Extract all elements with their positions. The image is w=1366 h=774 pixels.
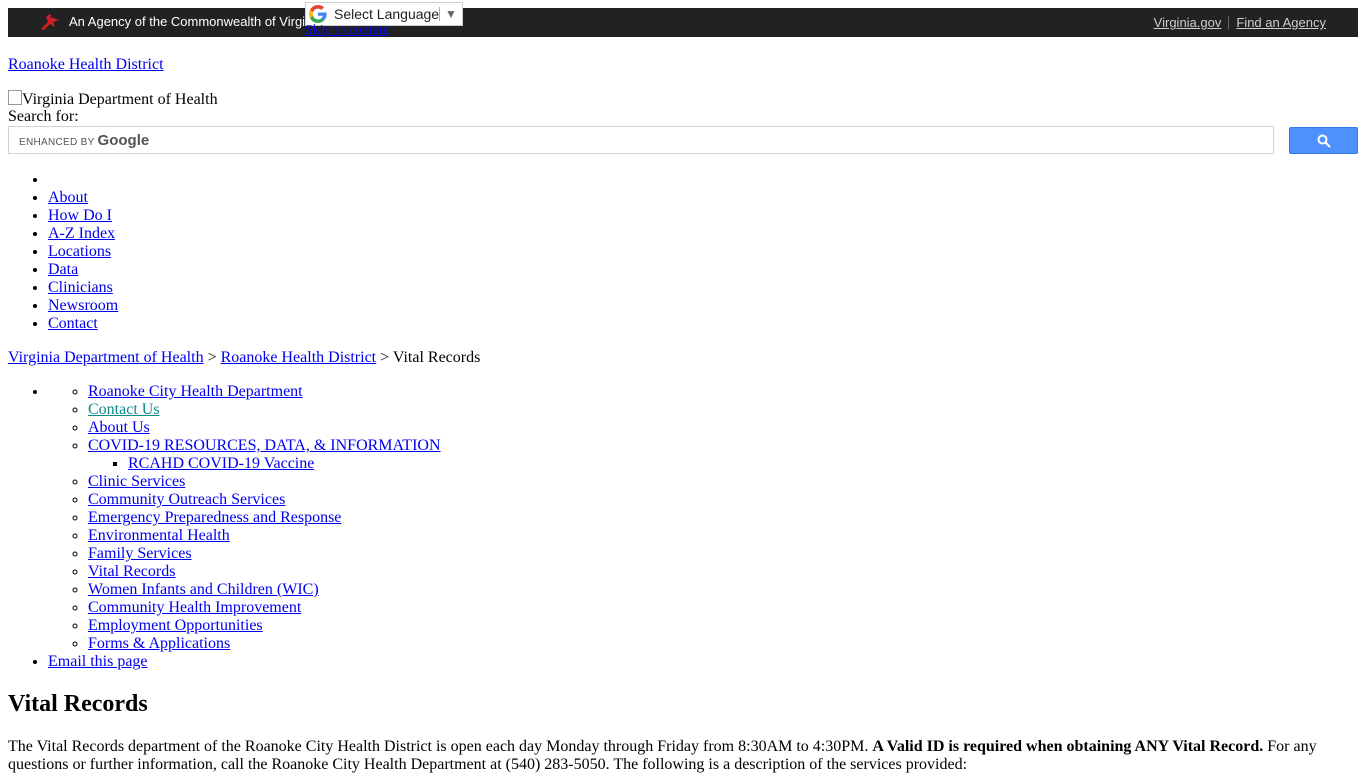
side-nav-item: Community Outreach Services — [88, 491, 441, 509]
nav-how-do-i-link[interactable]: How Do I — [48, 207, 112, 224]
skip-to-content-link[interactable]: Skip to content — [305, 22, 390, 40]
side-nav: Roanoke City Health Department Contact U… — [8, 383, 441, 671]
main-nav-item: Newsroom — [48, 297, 118, 315]
main-nav-empty-item — [48, 171, 118, 189]
intro-text-1: The Vital Records department of the Roan… — [8, 738, 873, 755]
side-nav-group: Roanoke City Health Department Contact U… — [48, 383, 441, 653]
side-nav-community-outreach-link[interactable]: Community Outreach Services — [88, 491, 285, 508]
email-this-page-link[interactable]: Email this page — [48, 653, 148, 670]
nav-contact-link[interactable]: Contact — [48, 315, 98, 332]
side-nav-vital-records-link[interactable]: Vital Records — [88, 563, 175, 580]
side-nav-item: Community Health Improvement — [88, 599, 441, 617]
main-nav-item: A-Z Index — [48, 225, 118, 243]
side-nav-forms-link[interactable]: Forms & Applications — [88, 635, 230, 652]
side-nav-covid-vaccine-link[interactable]: RCAHD COVID-19 Vaccine — [128, 455, 314, 472]
side-nav-item: Employment Opportunities — [88, 617, 441, 635]
breadcrumb-vdh-link[interactable]: Virginia Department of Health — [8, 349, 204, 366]
side-nav-covid-sublist: RCAHD COVID-19 Vaccine — [88, 455, 441, 473]
main-nav-item: How Do I — [48, 207, 118, 225]
side-nav-emergency-preparedness-link[interactable]: Emergency Preparedness and Response — [88, 509, 341, 526]
search-icon — [1317, 134, 1331, 148]
main-nav-item: Contact — [48, 315, 118, 333]
virginia-gov-link[interactable]: Virginia.gov — [1154, 15, 1222, 30]
side-nav-item: Vital Records — [88, 563, 441, 581]
search-watermark: ENHANCED BY Google — [19, 132, 150, 149]
side-nav-item: Email this page — [48, 653, 441, 671]
nav-clinicians-link[interactable]: Clinicians — [48, 279, 113, 296]
side-nav-roanoke-city-link[interactable]: Roanoke City Health Department — [88, 383, 303, 400]
side-nav-wic-link[interactable]: Women Infants and Children (WIC) — [88, 581, 319, 598]
side-nav-item: Clinic Services — [88, 473, 441, 491]
vdh-logo[interactable]: Virginia Department of Health — [8, 90, 218, 109]
nav-about-link[interactable]: About — [48, 189, 88, 206]
agency-text: An Agency of the Commonwealth of Virgini… — [69, 14, 323, 29]
side-nav-item: Emergency Preparedness and Response — [88, 509, 441, 527]
breadcrumb-roanoke-link[interactable]: Roanoke Health District — [221, 349, 377, 366]
enhanced-by-text: ENHANCED BY — [19, 137, 95, 148]
site-title-link[interactable]: Roanoke Health District — [8, 56, 164, 74]
side-nav-contact-us-link[interactable]: Contact Us — [88, 401, 160, 418]
breadcrumb-current: Vital Records — [392, 349, 481, 366]
breadcrumb: Virginia Department of Health > Roanoke … — [8, 349, 480, 367]
search-label: Search for: — [8, 108, 79, 125]
main-nav: About How Do I A-Z Index Locations Data … — [8, 171, 118, 333]
main-nav-item: Clinicians — [48, 279, 118, 297]
side-nav-item: Contact Us — [88, 401, 441, 419]
side-nav-community-health-link[interactable]: Community Health Improvement — [88, 599, 301, 616]
side-nav-employment-link[interactable]: Employment Opportunities — [88, 617, 263, 634]
side-nav-environmental-health-link[interactable]: Environmental Health — [88, 527, 230, 544]
google-brand-text: Google — [97, 132, 150, 149]
find-an-agency-link[interactable]: Find an Agency — [1236, 15, 1326, 30]
language-select-divider — [439, 7, 440, 21]
main-nav-item: About — [48, 189, 118, 207]
nav-a-z-index-link[interactable]: A-Z Index — [48, 225, 115, 242]
nav-locations-link[interactable]: Locations — [48, 243, 111, 260]
broken-image-icon — [8, 90, 22, 105]
cardinal-logo-icon — [41, 14, 59, 30]
main-nav-item: Data — [48, 261, 118, 279]
side-nav-covid-link[interactable]: COVID-19 RESOURCES, DATA, & INFORMATION — [88, 437, 441, 454]
page-title: Vital Records — [8, 691, 148, 717]
side-nav-item: About Us — [88, 419, 441, 437]
side-nav-item: Forms & Applications — [88, 635, 441, 653]
side-nav-clinic-services-link[interactable]: Clinic Services — [88, 473, 185, 490]
side-nav-item: Environmental Health — [88, 527, 441, 545]
breadcrumb-separator: > — [380, 349, 390, 366]
side-nav-item: Family Services — [88, 545, 441, 563]
side-nav-item: Roanoke City Health Department — [88, 383, 441, 401]
side-nav-about-us-link[interactable]: About Us — [88, 419, 150, 436]
nav-data-link[interactable]: Data — [48, 261, 78, 278]
language-select-label: Select Language — [334, 6, 440, 22]
link-divider — [1228, 16, 1230, 29]
side-nav-item: COVID-19 RESOURCES, DATA, & INFORMATION … — [88, 437, 441, 473]
google-g-icon — [309, 5, 327, 23]
intro-id-notice: A Valid ID is required when obtaining AN… — [872, 738, 1264, 755]
agency-links: Virginia.gov Find an Agency — [1154, 15, 1326, 31]
side-nav-family-services-link[interactable]: Family Services — [88, 545, 192, 562]
dropdown-arrow-icon: ▼ — [445, 7, 457, 21]
nav-newsroom-link[interactable]: Newsroom — [48, 297, 118, 314]
side-nav-subitem: RCAHD COVID-19 Vaccine — [128, 455, 441, 473]
side-nav-item: Women Infants and Children (WIC) — [88, 581, 441, 599]
vdh-logo-alt-text: Virginia Department of Health — [22, 91, 218, 108]
agency-bar: An Agency of the Commonwealth of Virgini… — [8, 8, 1358, 37]
main-nav-item: Locations — [48, 243, 118, 261]
search-button[interactable] — [1289, 127, 1358, 154]
intro-paragraph: The Vital Records department of the Roan… — [8, 738, 1358, 774]
breadcrumb-separator: > — [207, 349, 217, 366]
search-input[interactable]: ENHANCED BY Google — [8, 126, 1274, 154]
side-nav-list: Roanoke City Health Department Contact U… — [48, 383, 441, 653]
